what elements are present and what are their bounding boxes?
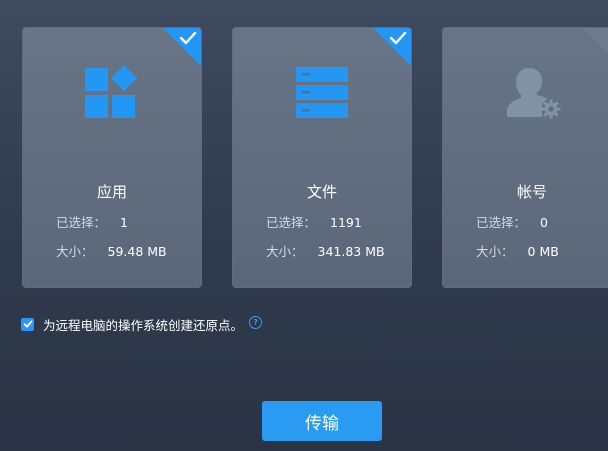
restore-point-label: 为远程电脑的操作系统创建还原点。 <box>43 317 244 333</box>
selected-count: 已选择： 1 <box>56 212 128 231</box>
apps-icon <box>82 63 142 123</box>
selected-value: 1 <box>120 215 128 230</box>
card-title: 应用 <box>96 183 127 201</box>
selected-value: 0 <box>540 215 548 230</box>
selected-count: 已选择： 0 <box>476 212 548 231</box>
card-title: 帐号 <box>516 183 547 201</box>
restore-point-option: 为远程电脑的操作系统创建还原点。 ? <box>21 315 263 333</box>
restore-point-checkbox[interactable] <box>21 317 34 331</box>
selected-count: 已选择： 1191 <box>266 212 362 231</box>
user-settings-icon <box>502 63 562 123</box>
size-value: 59.48 MB <box>107 244 167 259</box>
size-info: 大小： 341.83 MB <box>266 241 385 260</box>
card-accounts[interactable]: 帐号 已选择： 0 大小： 0 MB <box>442 27 608 288</box>
card-files[interactable]: 文件 已选择： 1191 大小： 341.83 MB <box>232 27 412 288</box>
file-stack-icon <box>292 63 352 123</box>
size-label: 大小： <box>266 244 304 259</box>
selected-value: 1191 <box>330 215 362 230</box>
selected-label: 已选择： <box>56 215 107 230</box>
category-cards: 应用 已选择： 1 大小： 59.48 MB 文件 已选择： 1191 大小： … <box>22 27 608 288</box>
selected-label: 已选择： <box>266 215 317 230</box>
selected-check-icon <box>163 28 201 66</box>
card-title: 文件 <box>306 183 337 201</box>
size-info: 大小： 59.48 MB <box>56 241 167 260</box>
help-icon[interactable]: ? <box>249 315 263 329</box>
size-value: 0 MB <box>527 244 559 259</box>
unselected-check-icon <box>583 28 608 66</box>
selected-check-icon <box>373 28 411 66</box>
size-label: 大小： <box>56 244 94 259</box>
selected-label: 已选择： <box>476 215 527 230</box>
size-info: 大小： 0 MB <box>476 241 559 260</box>
transfer-button[interactable]: 传输 <box>262 401 382 441</box>
card-apps[interactable]: 应用 已选择： 1 大小： 59.48 MB <box>22 27 202 288</box>
size-value: 341.83 MB <box>317 244 385 259</box>
size-label: 大小： <box>476 244 514 259</box>
